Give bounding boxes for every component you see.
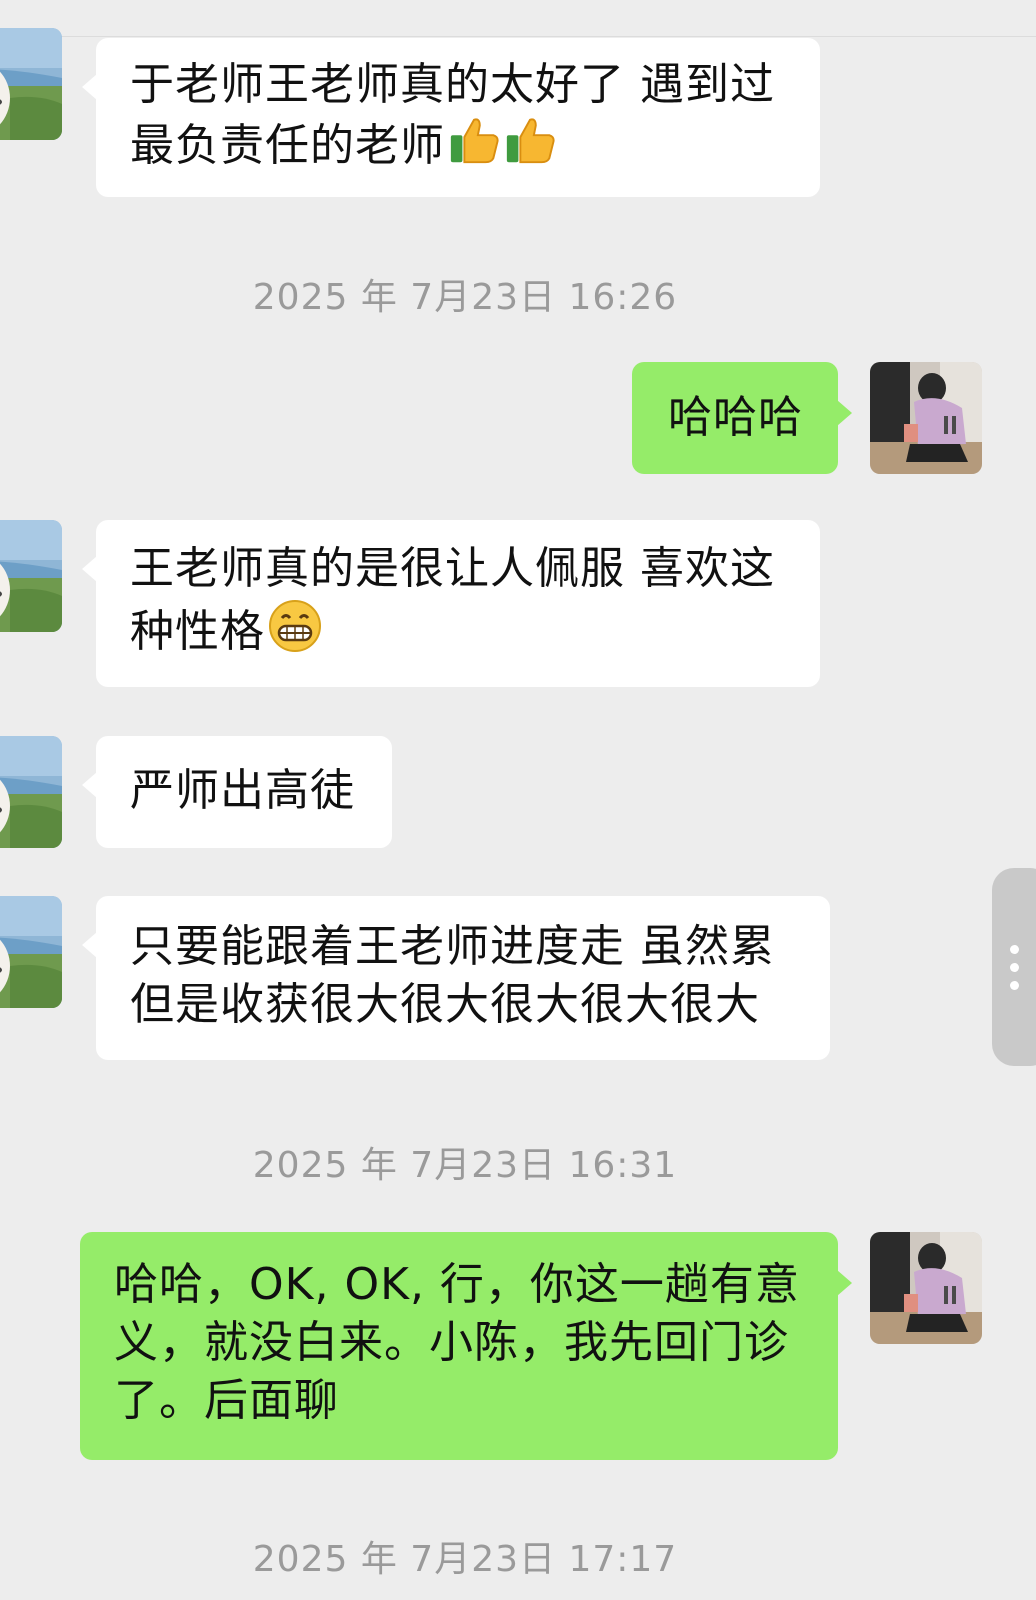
chat-screen: 于老师王老师真的太好了 遇到过最负责任的老师 2025 年 7月23日 16:2… (0, 0, 1036, 1600)
timestamp: 2025 年 7月23日 16:31 (252, 1145, 678, 1186)
message-text: 严师出高徒 (130, 765, 355, 816)
crouching-person-avatar-icon (870, 1232, 982, 1344)
scroll-handle[interactable] (992, 868, 1036, 1066)
message-text: 哈哈哈 (668, 392, 803, 443)
timestamp: 2025 年 7月23日 17:17 (252, 1539, 678, 1580)
message-text: 王老师真的是很让人佩服 喜欢这种性格 (130, 543, 775, 657)
crouching-person-avatar-icon (870, 362, 982, 474)
other-avatar[interactable] (0, 736, 62, 848)
top-divider (0, 36, 1036, 37)
white-dog-avatar-icon (0, 520, 62, 632)
other-avatar[interactable] (0, 28, 62, 140)
grinning-face-emoji-icon (267, 598, 323, 654)
message-bubble-incoming[interactable]: 王老师真的是很让人佩服 喜欢这种性格 (82, 520, 820, 687)
white-dog-avatar-icon (0, 896, 62, 1008)
white-dog-avatar-icon (0, 736, 62, 848)
message-bubble-outgoing[interactable]: 哈哈，OK, OK, 行，你这一趟有意义，就没白来。小陈，我先回门诊了。后面聊 (80, 1232, 852, 1460)
other-avatar[interactable] (0, 520, 62, 632)
message-text: 只要能跟着王老师进度走 虽然累但是收获很大很大很大很大很大 (130, 921, 775, 1030)
thumbs-up-emoji-icon (503, 114, 557, 168)
timestamp: 2025 年 7月23日 16:26 (252, 277, 678, 318)
thumbs-up-emoji-icon (447, 114, 501, 168)
message-bubble-incoming[interactable]: 于老师王老师真的太好了 遇到过最负责任的老师 (82, 38, 820, 197)
message-bubble-incoming[interactable]: 严师出高徒 (82, 736, 392, 848)
message-bubble-incoming[interactable]: 只要能跟着王老师进度走 虽然累但是收获很大很大很大很大很大 (82, 896, 830, 1060)
white-dog-avatar-icon (0, 28, 62, 140)
other-avatar[interactable] (0, 896, 62, 1008)
message-text: 哈哈，OK, OK, 行，你这一趟有意义，就没白来。小陈，我先回门诊了。后面聊 (114, 1259, 800, 1426)
vertical-dots-icon (992, 868, 1036, 1066)
self-avatar[interactable] (870, 1232, 982, 1344)
message-bubble-outgoing[interactable]: 哈哈哈 (632, 362, 852, 474)
self-avatar[interactable] (870, 362, 982, 474)
